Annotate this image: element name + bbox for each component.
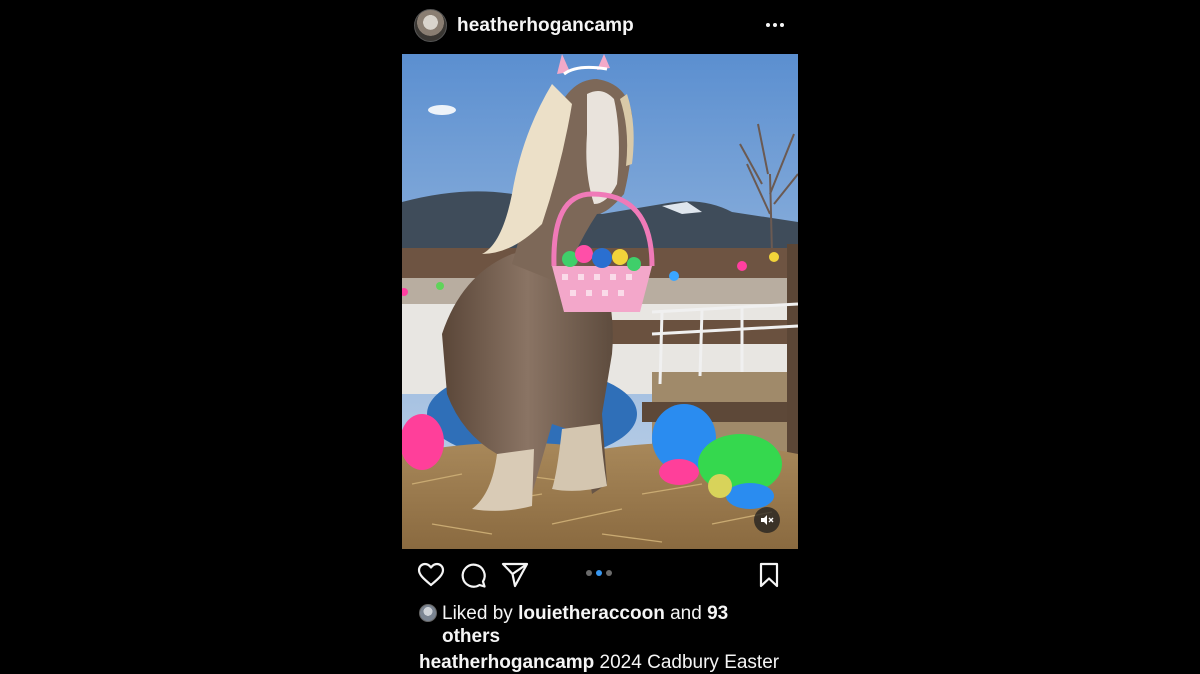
carousel-dot-active (596, 570, 602, 576)
carousel-indicator (586, 570, 612, 576)
instagram-post: heatherhogancamp Liked by louietheraccoo… (402, 0, 798, 674)
likes-prefix: Liked by (442, 603, 513, 624)
post-header: heatherhogancamp (402, 0, 798, 52)
likes-summary: Liked by louietheraccoon and 93 others (419, 602, 789, 648)
comment-button[interactable] (458, 560, 488, 590)
likes-count[interactable]: 93 (707, 603, 728, 624)
bookmark-icon (759, 562, 779, 588)
likes-others[interactable]: others (442, 626, 500, 647)
like-button[interactable] (416, 560, 446, 590)
post-username[interactable]: heatherhogancamp (457, 15, 634, 37)
comment-bubble-icon (461, 563, 486, 588)
more-horizontal-icon (766, 23, 770, 27)
post-media[interactable] (402, 54, 798, 549)
save-button[interactable] (754, 560, 784, 590)
likes-conjunction: and (670, 603, 702, 624)
heart-icon (417, 562, 445, 587)
paper-plane-icon (501, 562, 529, 588)
mute-toggle-button[interactable] (754, 507, 780, 533)
carousel-dot (606, 570, 612, 576)
profile-avatar[interactable] (414, 9, 447, 42)
share-button[interactable] (500, 560, 530, 590)
more-options-button[interactable] (762, 14, 788, 36)
post-actions-bar (402, 556, 798, 594)
post-caption: heatherhogancamp 2024 Cadbury Easter (419, 651, 799, 674)
caption-username[interactable]: heatherhogancamp (419, 652, 594, 673)
volume-muted-icon (761, 515, 774, 525)
horse-with-easter-basket-photo (402, 54, 798, 549)
liker-username[interactable]: louietheraccoon (518, 603, 665, 624)
caption-text: 2024 Cadbury Easter (599, 652, 780, 673)
liker-avatar (419, 604, 437, 622)
carousel-dot (586, 570, 592, 576)
